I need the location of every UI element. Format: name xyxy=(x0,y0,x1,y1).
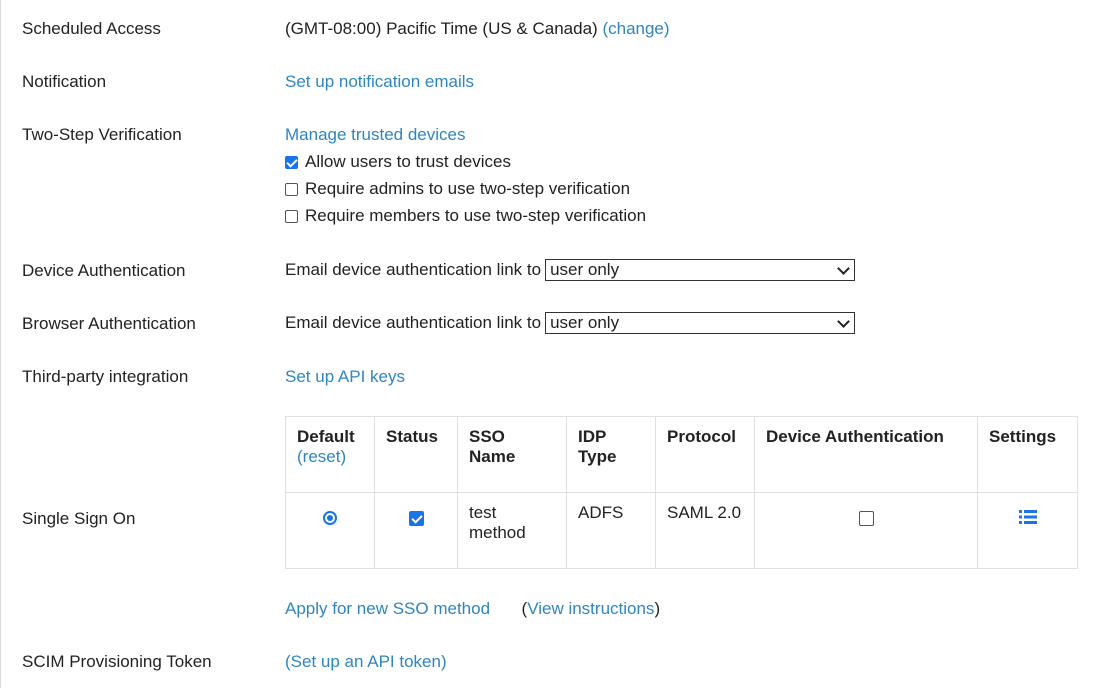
chevron-down-icon xyxy=(837,314,850,328)
col-sso-name: SSO Name xyxy=(457,416,567,493)
device-auth-select[interactable]: user only xyxy=(545,259,856,281)
settings-cell xyxy=(977,492,1078,569)
default-radio[interactable] xyxy=(323,511,337,525)
browser-auth-select[interactable]: user only xyxy=(545,312,856,334)
scim-token-link[interactable]: (Set up an API token) xyxy=(285,652,447,672)
default-cell xyxy=(285,492,375,569)
col-protocol: Protocol xyxy=(655,416,755,493)
require-members-2sv-label: Require members to use two-step verifica… xyxy=(305,206,647,225)
instructions-close-paren: ) xyxy=(654,599,661,618)
require-admins-2sv-checkbox[interactable] xyxy=(285,182,298,196)
browser-auth-row: Email device authentication link to user… xyxy=(285,312,856,334)
notification-label: Notification xyxy=(22,72,107,91)
require-admins-2sv-option[interactable]: Require admins to use two-step verificat… xyxy=(285,179,630,199)
allow-trust-devices-option[interactable]: Allow users to trust devices xyxy=(285,152,511,172)
col-default: Default (reset) xyxy=(285,416,375,493)
status-cell xyxy=(374,492,458,569)
third-party-label: Third-party integration xyxy=(22,367,189,386)
sso-links: Apply for new SSO method (View instructi… xyxy=(285,599,660,619)
sso-label: Single Sign On xyxy=(22,509,136,528)
protocol-cell: SAML 2.0 xyxy=(655,492,755,569)
idp-type-cell: ADFS xyxy=(566,492,656,569)
device-auth-row: Email device authentication link to user… xyxy=(285,259,856,281)
browser-auth-selected: user only xyxy=(550,313,620,332)
col-settings: Settings xyxy=(977,416,1078,493)
two-step-label: Two-Step Verification xyxy=(22,125,182,144)
browser-auth-prefix: Email device authentication link to xyxy=(285,313,542,332)
view-instructions-link[interactable]: View instructions xyxy=(527,599,654,618)
sso-table-header: Default (reset) Status SSO Name IDP Type… xyxy=(285,416,1078,493)
require-members-2sv-option[interactable]: Require members to use two-step verifica… xyxy=(285,206,646,226)
sso-name-cell: test method xyxy=(457,492,567,569)
scim-label: SCIM Provisioning Token xyxy=(22,652,212,671)
list-icon[interactable] xyxy=(1018,509,1037,530)
device-auth-label: Device Authentication xyxy=(22,261,186,280)
col-idp-type: IDP Type xyxy=(566,416,656,493)
col-device-auth: Device Authentication xyxy=(754,416,978,493)
notification-emails-link[interactable]: Set up notification emails xyxy=(285,72,474,92)
apply-sso-link[interactable]: Apply for new SSO method xyxy=(285,599,490,618)
browser-auth-label: Browser Authentication xyxy=(22,314,196,333)
device-auth-prefix: Email device authentication link to xyxy=(285,260,542,279)
allow-trust-devices-label: Allow users to trust devices xyxy=(305,152,511,171)
table-row: test method ADFS SAML 2.0 xyxy=(285,492,1078,569)
manage-trusted-devices-link[interactable]: Manage trusted devices xyxy=(285,125,466,145)
api-keys-link[interactable]: Set up API keys xyxy=(285,367,405,387)
require-members-2sv-checkbox[interactable] xyxy=(285,209,298,223)
allow-trust-devices-checkbox[interactable] xyxy=(285,155,298,169)
status-checkbox[interactable] xyxy=(408,511,424,526)
scheduled-access-label: Scheduled Access xyxy=(22,19,161,38)
timezone-text: (GMT-08:00) Pacific Time (US & Canada) xyxy=(285,19,598,38)
sso-table: Default (reset) Status SSO Name IDP Type… xyxy=(285,416,1078,569)
device-auth-cell xyxy=(754,492,978,569)
col-default-label: Default xyxy=(297,427,355,446)
change-timezone-link[interactable]: (change) xyxy=(602,19,669,38)
reset-default-link[interactable]: (reset) xyxy=(297,447,346,466)
col-status: Status xyxy=(374,416,458,493)
chevron-down-icon xyxy=(837,261,850,275)
device-auth-selected: user only xyxy=(550,260,620,279)
page-left-border xyxy=(0,0,1,688)
scheduled-access-value: (GMT-08:00) Pacific Time (US & Canada) (… xyxy=(285,19,670,39)
require-admins-2sv-label: Require admins to use two-step verificat… xyxy=(305,179,631,198)
device-auth-checkbox[interactable] xyxy=(858,511,874,526)
